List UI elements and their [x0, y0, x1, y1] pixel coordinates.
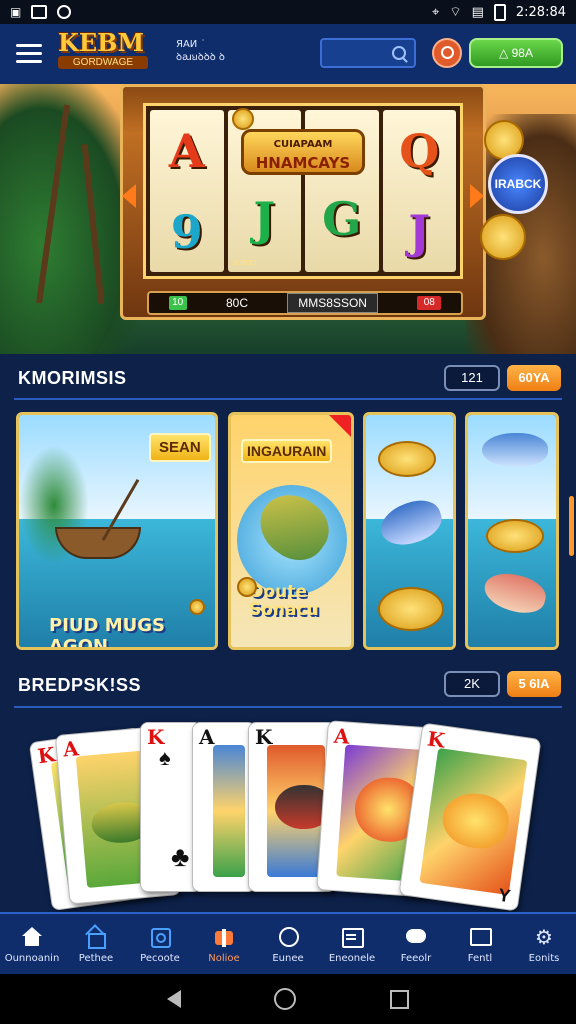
hero-banner[interactable]: A 9 J G Q J CUIAPAAM HNAMCAYS əɔɐɔɔ 10 8…	[0, 84, 576, 354]
clock-icon	[277, 926, 299, 947]
nav-item-eneonele[interactable]: Eneonele	[320, 914, 384, 976]
back-icon[interactable]	[166, 990, 181, 1008]
card-art	[213, 745, 245, 877]
playing-card[interactable]: K Y	[398, 722, 542, 912]
section-count-badge: 121	[444, 365, 500, 391]
prev-arrow-icon[interactable]	[122, 184, 136, 208]
coin-icon	[378, 587, 444, 631]
coin-icon	[486, 519, 544, 553]
coin-icon	[480, 214, 526, 260]
card-art	[267, 745, 331, 877]
home-icon	[21, 926, 43, 947]
next-arrow-icon[interactable]	[470, 184, 484, 208]
card-art	[419, 747, 528, 896]
bottom-nav: Ounnoanin Pethee Pecoote Nolioe Eunee En…	[0, 912, 576, 976]
search-icon	[392, 46, 406, 60]
reel-1: A 9	[150, 110, 224, 272]
jungle-left	[0, 84, 140, 354]
coin-icon	[237, 577, 257, 597]
battery-icon	[493, 3, 506, 21]
list-icon	[341, 927, 364, 948]
game-card-blue-fish[interactable]	[363, 412, 456, 650]
fish-icon	[439, 789, 512, 853]
section-more-button[interactable]: 60YA	[507, 365, 561, 391]
message-icon	[469, 927, 492, 947]
nav-item-home[interactable]: Ounnoanin	[0, 914, 64, 976]
account-info[interactable]: ЯАИ ˙ ꝺꜷꞟꝺꝺꝺ ꝺ	[176, 38, 225, 64]
heart-icon: ♠	[159, 745, 171, 770]
club-icon: ♣	[171, 841, 190, 872]
nav-item-nolioe[interactable]: Nolioe	[192, 914, 256, 976]
recents-icon[interactable]	[390, 989, 410, 1009]
settings-icon: ⚙	[535, 924, 553, 949]
home-circle-icon[interactable]	[274, 988, 297, 1010]
signal-icon: ▤	[471, 4, 484, 20]
gift-icon	[213, 927, 235, 947]
section-title-cards: BREDPSK!SS	[18, 675, 142, 695]
game-card-trout[interactable]	[465, 412, 559, 650]
card-caption: Ooute Sonacu	[249, 582, 319, 620]
coin-icon	[378, 441, 436, 477]
divider	[14, 706, 562, 708]
sim-icon: ▣	[10, 5, 22, 19]
nav-item-pecoote[interactable]: Pecoote	[128, 914, 192, 976]
reel-4: Q J	[382, 110, 456, 272]
divider	[14, 398, 562, 400]
coin-icon	[189, 599, 205, 615]
deposit-button[interactable]: △ 98A	[469, 38, 563, 68]
card-caption: PIUD MUGS AGON	[49, 615, 165, 650]
circle-icon	[57, 5, 72, 19]
location-icon: ⌖	[432, 4, 440, 20]
app-logo[interactable]: KEBM GORDWAGE	[58, 30, 154, 74]
machine-small-label: əɔɐɔɔ	[233, 257, 257, 267]
square-icon	[31, 5, 48, 19]
wifi-icon: ⌔	[449, 5, 462, 20]
scrollbar[interactable]	[569, 496, 574, 556]
nav-item-eunee[interactable]: Eunee	[256, 914, 320, 976]
game-card-fishing-boat[interactable]: SEAN PIUD MUGS AGON	[16, 412, 218, 650]
section-count-badge: 2K	[444, 671, 500, 697]
app-header: KEBM GORDWAGE ЯАИ ˙ ꝺꜷꞟꝺꝺꝺ ꝺ △ 98A	[0, 24, 576, 86]
machine-title: CUIAPAAM HNAMCAYS	[241, 129, 365, 175]
nav-item-fentl[interactable]: Fentl	[448, 914, 512, 976]
playing-card[interactable]: A	[192, 722, 256, 892]
card-sky	[468, 415, 556, 520]
game-card-big-fish[interactable]: INGAURAIN Ooute Sonacu	[228, 412, 354, 650]
slots-icon	[149, 927, 171, 948]
machine-status-bar: 10 80C MMS8SSON 08	[147, 291, 463, 315]
system-nav-bar	[0, 974, 576, 1024]
menu-icon[interactable]	[16, 44, 42, 64]
corner-ribbon	[329, 415, 351, 437]
house-outline-icon	[85, 923, 107, 949]
nav-item-feeolr[interactable]: Feeolr	[384, 914, 448, 976]
card-tag: INGAURAIN	[241, 439, 333, 463]
search-button[interactable]	[432, 38, 462, 68]
nav-item-pethee[interactable]: Pethee	[64, 914, 128, 976]
card-corner-rank: Y	[497, 884, 512, 907]
slot-machine[interactable]: A 9 J G Q J CUIAPAAM HNAMCAYS əɔɐɔɔ 10 8…	[120, 84, 486, 320]
chat-icon	[405, 927, 427, 947]
status-bar: ▣ ⌖ ⌔ ▤ 2:28:84	[0, 0, 576, 24]
clock-time: 2:28:84	[515, 4, 566, 20]
promo-badge[interactable]: IRABCK	[488, 154, 548, 214]
nav-item-eonits[interactable]: ⚙ Eonits	[512, 914, 576, 976]
section-title-fishing: KMORIMSIS	[18, 368, 127, 388]
search-input[interactable]	[320, 38, 416, 68]
section-more-button[interactable]: 5 6IA	[507, 671, 561, 697]
coin-icon	[232, 108, 254, 130]
card-tag: SEAN	[149, 433, 211, 462]
blue-fish-icon	[482, 433, 548, 467]
